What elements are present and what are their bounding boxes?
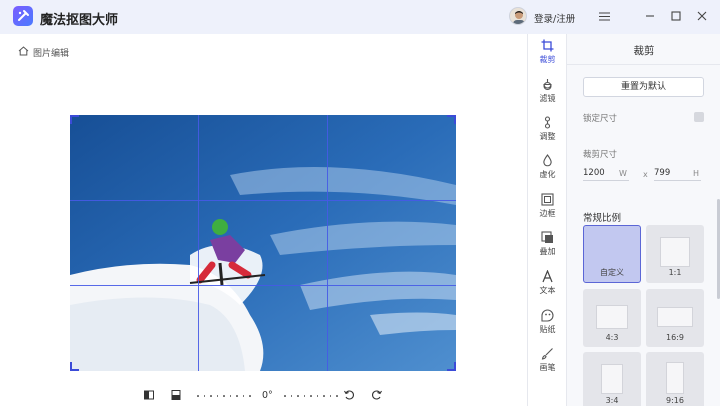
minimize-icon[interactable] (641, 7, 659, 25)
skier-photo (70, 115, 456, 371)
crop-image[interactable] (70, 115, 456, 371)
tool-sidebar: 裁剪 滤镜 调整 虚化 边框 叠加 文本 贴纸 画笔 (527, 34, 566, 406)
tool-filter-label: 滤镜 (539, 94, 556, 103)
crop-panel: 裁剪 重置为默认 锁定尺寸 裁剪尺寸 1200 W x 799 H 常规比例 自… (566, 34, 720, 406)
crop-handle-bottom-left[interactable] (70, 362, 79, 371)
avatar[interactable] (509, 7, 527, 25)
rotate-left-icon[interactable] (343, 389, 355, 401)
tool-brush[interactable]: 画笔 (528, 347, 567, 373)
login-register-link[interactable]: 登录/注册 (534, 11, 575, 25)
ratio-preview (657, 307, 693, 327)
ratio-3-4[interactable]: 3:4 (583, 352, 641, 406)
ratio-label: 9:16 (666, 396, 684, 405)
tool-adjust-label: 调整 (539, 132, 556, 141)
ratio-label: 4:3 (605, 333, 619, 342)
panel-title: 裁剪 (633, 45, 655, 57)
ratio-1-1[interactable]: 1:1 (646, 225, 704, 283)
crop-handle-bottom-right[interactable] (447, 362, 456, 371)
tool-text-label: 文本 (539, 286, 556, 295)
tool-brush-label: 画笔 (539, 363, 556, 372)
tool-overlay-label: 叠加 (539, 247, 556, 256)
ratio-custom[interactable]: 自定义 (583, 225, 641, 283)
breadcrumb[interactable]: 图片编辑 (18, 46, 69, 59)
rotation-slider-left[interactable] (197, 395, 251, 397)
overlay-icon (541, 231, 553, 243)
ratio-section-title: 常规比例 (583, 213, 622, 224)
tool-crop-label: 裁剪 (539, 55, 556, 64)
width-unit: W (619, 169, 627, 178)
ratio-preview (596, 305, 628, 329)
grid-line (327, 115, 328, 371)
rotate-right-icon[interactable] (371, 389, 383, 401)
tool-overlay[interactable]: 叠加 (528, 231, 567, 257)
grid-line (198, 115, 199, 371)
brush-icon (541, 348, 553, 360)
close-icon[interactable] (693, 7, 711, 25)
lock-size-checkbox[interactable] (694, 112, 704, 122)
breadcrumb-label: 图片编辑 (33, 49, 70, 59)
rotation-angle: 0° (262, 390, 273, 401)
reset-default-button[interactable]: 重置为默认 (583, 77, 704, 97)
ratio-9-16[interactable]: 9:16 (646, 352, 704, 406)
ratio-preview (601, 364, 623, 394)
grid-line (70, 285, 456, 286)
height-unit: H (693, 169, 700, 178)
ratio-label: 16:9 (666, 333, 684, 342)
tool-crop[interactable]: 裁剪 (528, 39, 567, 65)
tool-blur[interactable]: 虚化 (528, 154, 567, 180)
tool-filter[interactable]: 滤镜 (528, 78, 567, 104)
panel-divider (567, 64, 720, 65)
tool-border-label: 边框 (539, 209, 556, 218)
tool-sticker-label: 贴纸 (539, 325, 556, 334)
tool-border[interactable]: 边框 (528, 193, 567, 219)
rotation-slider-right[interactable] (284, 395, 338, 397)
width-underline (583, 180, 629, 181)
lock-size-label: 锁定尺寸 (583, 114, 618, 124)
height-underline (654, 180, 701, 181)
flip-vertical-icon[interactable] (170, 389, 182, 401)
app-title: 魔法抠图大师 (40, 13, 119, 28)
crop-height-input[interactable]: 799 (654, 168, 670, 178)
flip-horizontal-icon[interactable] (143, 389, 155, 401)
crop-size-label: 裁剪尺寸 (583, 150, 618, 160)
adjust-icon (544, 116, 551, 129)
title-bar: 魔法抠图大师 登录/注册 (0, 0, 720, 34)
ratio-16-9[interactable]: 16:9 (646, 289, 704, 347)
grid-line (70, 200, 456, 201)
tool-text[interactable]: 文本 (528, 270, 567, 296)
ratio-preview (660, 237, 690, 267)
ratio-label: 自定义 (600, 268, 624, 277)
ratio-label: 1:1 (668, 268, 682, 277)
crop-width-input[interactable]: 1200 (583, 168, 605, 178)
text-icon (542, 270, 553, 283)
maximize-icon[interactable] (667, 7, 685, 25)
home-icon (18, 46, 29, 59)
app-logo-icon (13, 6, 33, 26)
tool-sticker[interactable]: 贴纸 (528, 309, 567, 335)
tool-adjust[interactable]: 调整 (528, 116, 567, 142)
ratio-4-3[interactable]: 4:3 (583, 289, 641, 347)
ratio-preview (666, 362, 684, 394)
border-icon (541, 193, 554, 206)
crop-icon (541, 39, 554, 52)
sticker-icon (541, 309, 554, 322)
menu-icon[interactable] (595, 7, 613, 25)
blur-drop-icon (543, 154, 552, 167)
tool-blur-label: 虚化 (539, 170, 556, 179)
ratio-label: 3:4 (605, 396, 619, 405)
crop-handle-top-left[interactable] (70, 115, 79, 124)
crop-handle-top-right[interactable] (447, 115, 456, 124)
size-separator: x (643, 170, 648, 179)
filter-icon (543, 79, 552, 91)
